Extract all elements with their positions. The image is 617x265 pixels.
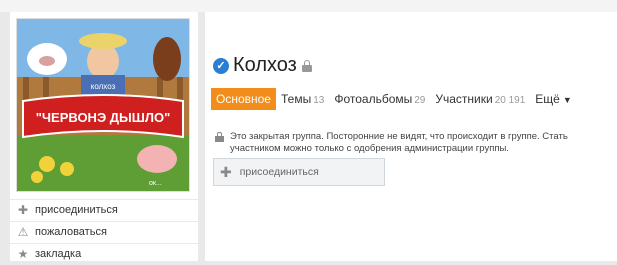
group-tabs: Основное Темы 13 Фотоальбомы 29 Участники 2… bbox=[211, 88, 577, 110]
avatar-watermark: ок... bbox=[149, 180, 162, 187]
verified-check-icon: ✓ bbox=[213, 57, 229, 74]
avatar-sign-text: "ЧЕРВОНЭ ДЫШЛО" bbox=[36, 110, 171, 125]
tab-photo-albums-label: Фотоальбомы bbox=[334, 92, 413, 106]
avatar-illustration: колхоз "ЧЕРВОНЭ ДЫШЛО" ок... bbox=[17, 19, 189, 191]
tab-main[interactable]: Основное bbox=[211, 88, 276, 110]
tab-members[interactable]: Участники 20 191 bbox=[430, 88, 530, 110]
tab-topics[interactable]: Темы 13 bbox=[276, 88, 329, 110]
side-bookmark-label: закладка bbox=[35, 248, 82, 260]
tab-photo-albums[interactable]: Фотоальбомы 29 bbox=[329, 88, 430, 110]
side-join-label: присоединиться bbox=[35, 204, 118, 216]
plus-icon: ✚ bbox=[220, 163, 232, 180]
group-avatar[interactable]: колхоз "ЧЕРВОНЭ ДЫШЛО" ок... bbox=[16, 18, 190, 192]
tab-main-label: Основное bbox=[216, 92, 271, 106]
star-icon: ★ bbox=[17, 247, 29, 261]
top-bar bbox=[0, 0, 617, 12]
title-row: ✓ Колхоз bbox=[213, 54, 312, 77]
tab-photo-albums-count: 29 bbox=[414, 95, 426, 106]
tab-members-count: 20 191 bbox=[494, 95, 526, 106]
side-report-button[interactable]: ⚠ пожаловаться bbox=[10, 221, 198, 243]
notice-lock-icon bbox=[215, 132, 224, 142]
plus-icon: ✚ bbox=[17, 203, 29, 217]
left-column: колхоз "ЧЕРВОНЭ ДЫШЛО" ок... ✚ присоедин… bbox=[10, 12, 198, 261]
tab-more[interactable]: Ещё ▼ bbox=[530, 88, 576, 110]
join-button-label: присоединиться bbox=[239, 166, 319, 178]
group-title: Колхоз bbox=[233, 54, 297, 76]
closed-group-notice: Это закрытая группа. Посторонние не видя… bbox=[215, 131, 585, 155]
tab-topics-count: 13 bbox=[313, 95, 325, 106]
main-panel: ✓ Колхоз Основное Темы 13 Фотоальбомы 29 У… bbox=[205, 12, 617, 261]
side-bookmark-button[interactable]: ★ закладка bbox=[10, 243, 198, 265]
lock-icon bbox=[301, 60, 312, 72]
side-join-button[interactable]: ✚ присоединиться bbox=[10, 199, 198, 221]
tab-more-label: Ещё bbox=[535, 92, 560, 106]
avatar-subtitle: колхоз bbox=[91, 82, 116, 91]
notice-text: Это закрытая группа. Посторонние не видя… bbox=[230, 131, 568, 154]
warning-icon: ⚠ bbox=[17, 225, 29, 239]
side-menu: ✚ присоединиться ⚠ пожаловаться ★ заклад… bbox=[10, 199, 198, 265]
tab-members-label: Участники bbox=[435, 92, 493, 106]
tab-topics-label: Темы bbox=[280, 92, 312, 106]
caret-down-icon: ▼ bbox=[562, 95, 572, 105]
side-report-label: пожаловаться bbox=[35, 226, 107, 238]
join-button[interactable]: ✚ присоединиться bbox=[213, 158, 385, 186]
